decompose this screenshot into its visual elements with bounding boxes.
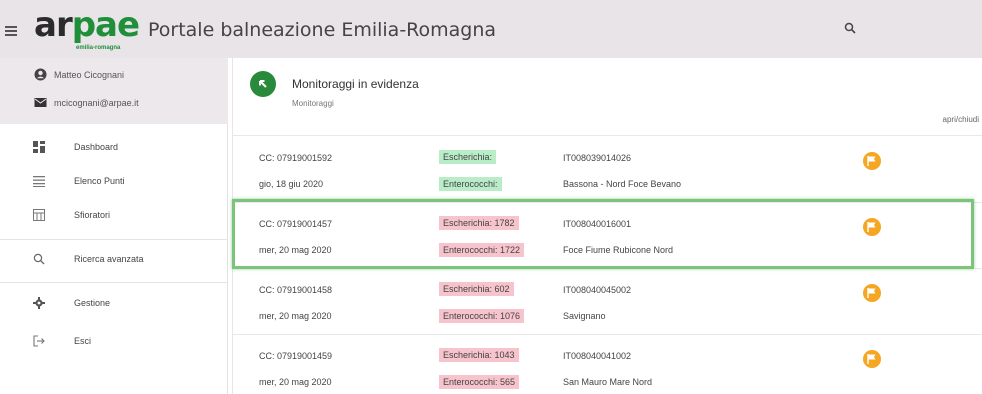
enterococchi-badge: Enterococchi: 1722 [439, 243, 525, 257]
sidebar-item-esci[interactable]: Esci [0, 324, 228, 358]
user-name-row: Matteo Cicognani [34, 68, 124, 81]
dashboard-icon [33, 141, 45, 153]
escherichia-badge: Escherichia: [439, 150, 497, 164]
card-title: Monitoraggi in evidenza [292, 77, 419, 91]
card-avatar [250, 71, 276, 97]
cc-code: CC: 07919001592 [259, 153, 333, 163]
list-icon [33, 176, 45, 187]
user-name: Matteo Cicognani [54, 69, 125, 80]
flag-icon[interactable] [863, 218, 881, 236]
sidebar-item-label: Elenco Punti [74, 176, 125, 186]
point-code: IT008040016001 [563, 219, 632, 229]
card-subtitle: Monitoraggi [292, 99, 334, 108]
account-icon [34, 68, 47, 81]
mail-icon [34, 98, 47, 107]
sidebar-item-label: Gestione [74, 298, 111, 308]
sample-date: mer, 20 mag 2020 [259, 245, 332, 255]
sidebar-item-label: Ricerca avanzata [74, 254, 144, 264]
sidebar-item-label: Esci [74, 336, 92, 346]
user-info: Matteo Cicognani mcicognani@arpae.it [0, 58, 228, 124]
escherichia-badge: Escherichia: 1782 [439, 216, 519, 230]
cc-code: CC: 07919001457 [259, 219, 333, 229]
enterococchi-badge: Enterococchi: [439, 177, 502, 191]
logo-text-b: pae [71, 5, 140, 45]
search-icon[interactable] [844, 22, 856, 34]
sidebar-item-elenco-punti[interactable]: Elenco Punti [0, 164, 228, 198]
sample-date: mer, 20 mag 2020 [259, 311, 332, 321]
user-email-row: mcicognani@arpae.it [34, 96, 139, 109]
arpae-logo[interactable]: arpae emilia-romagna [34, 8, 144, 58]
sidebar-divider [0, 239, 228, 240]
point-name: Bassona - Nord Foce Bevano [563, 179, 682, 189]
sample-date: mer, 20 mag 2020 [259, 377, 332, 387]
sidebar-item-sfioratori[interactable]: Sfioratori [0, 198, 228, 232]
app-header: arpae emilia-romagna Portale balneazione… [0, 0, 982, 58]
table-row[interactable]: CC: 07919001457 mer, 20 mag 2020 Escheri… [233, 203, 982, 269]
enterococchi-badge: Enterococchi: 565 [439, 375, 520, 389]
logout-icon [33, 335, 45, 347]
sidebar-item-dashboard[interactable]: Dashboard [0, 130, 228, 164]
escherichia-badge: Escherichia: 602 [439, 282, 514, 296]
sidebar: Matteo Cicognani mcicognani@arpae.it Das… [0, 58, 228, 394]
toggle-link[interactable]: apri/chiudi [943, 115, 979, 124]
search-icon [33, 253, 45, 265]
sidebar-item-label: Dashboard [74, 142, 119, 152]
card-header: Monitoraggi in evidenza Monitoraggi apri… [233, 58, 982, 136]
cc-code: CC: 07919001458 [259, 285, 333, 295]
point-code: IT008040045002 [563, 285, 632, 295]
header-search[interactable] [832, 14, 982, 44]
point-name: San Mauro Mare Nord [563, 377, 653, 387]
flag-icon[interactable] [863, 152, 881, 170]
cc-code: CC: 07919001459 [259, 351, 333, 361]
sidebar-divider [0, 282, 228, 283]
point-name: Savignano [563, 311, 606, 321]
grid-icon [33, 209, 45, 221]
table-row[interactable]: CC: 07919001459 mer, 20 mag 2020 Escheri… [233, 335, 982, 394]
table-row[interactable]: CC: 07919001592 gio, 18 giu 2020 Escheri… [233, 137, 982, 203]
gear-icon [33, 297, 45, 309]
logo-subtitle: emilia-romagna [76, 45, 121, 51]
enterococchi-badge: Enterococchi: 1076 [439, 309, 525, 323]
arrow-up-left-icon [259, 80, 267, 88]
app-title: Portale balneazione Emilia-Romagna [148, 19, 497, 41]
sidebar-item-gestione[interactable]: Gestione [0, 286, 228, 320]
point-code: IT008039014026 [563, 153, 632, 163]
user-email: mcicognani@arpae.it [54, 97, 139, 108]
point-code: IT008040041002 [563, 351, 632, 361]
flag-icon[interactable] [863, 350, 881, 368]
logo-text-a: ar [34, 5, 73, 45]
escherichia-badge: Escherichia: 1043 [439, 348, 519, 362]
table-row[interactable]: CC: 07919001458 mer, 20 mag 2020 Escheri… [233, 269, 982, 335]
sample-date: gio, 18 giu 2020 [259, 179, 324, 189]
sidebar-item-ricerca-avanzata[interactable]: Ricerca avanzata [0, 242, 228, 276]
menu-icon[interactable] [5, 26, 17, 36]
monitoraggi-card: Monitoraggi in evidenza Monitoraggi apri… [232, 58, 982, 394]
point-name: Foce Fiume Rubicone Nord [563, 245, 674, 255]
sidebar-item-label: Sfioratori [74, 210, 111, 220]
flag-icon[interactable] [863, 284, 881, 302]
